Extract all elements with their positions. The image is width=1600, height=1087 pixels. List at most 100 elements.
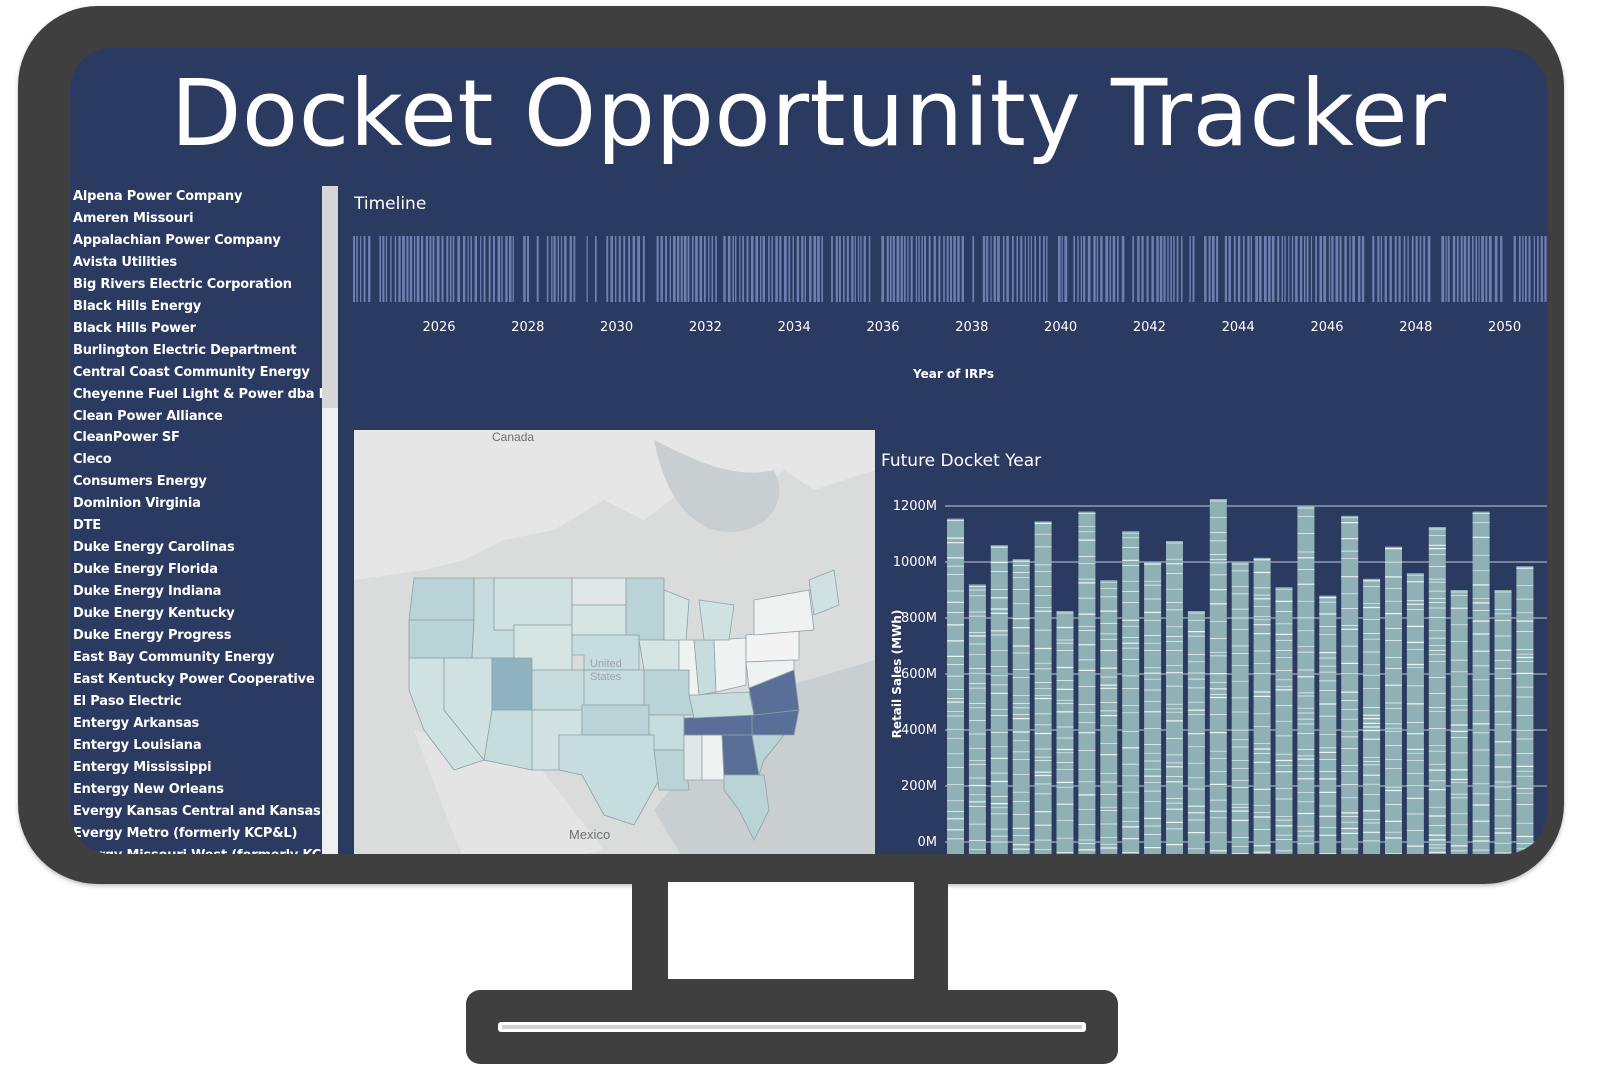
timeline-mark — [1403, 236, 1406, 302]
timeline-mark — [1518, 236, 1521, 302]
timeline-mark — [632, 236, 636, 302]
bar[interactable] — [1406, 573, 1424, 854]
timeline-mark — [918, 236, 920, 302]
scrollbar-thumb[interactable] — [322, 186, 338, 408]
timeline-mark — [1176, 236, 1179, 302]
sidebar-item[interactable]: Appalachian Power Company — [73, 230, 281, 252]
sidebar-item[interactable]: Duke Energy Carolinas — [73, 537, 235, 559]
bar[interactable] — [1056, 611, 1074, 854]
sidebar-item[interactable]: Black Hills Power — [73, 318, 196, 340]
bar[interactable] — [1012, 559, 1030, 854]
y-tick-label: 1000M — [893, 555, 937, 570]
timeline-mark — [505, 236, 508, 302]
sidebar-item[interactable]: Cleco — [73, 449, 112, 471]
timeline-mark — [467, 236, 469, 302]
timeline-mark — [1163, 236, 1166, 302]
timeline-mark — [1452, 236, 1456, 302]
timeline-mark — [1141, 236, 1144, 302]
bar[interactable] — [1034, 521, 1052, 854]
timeline-mark — [735, 236, 737, 302]
sidebar-item[interactable]: Dominion Virginia — [73, 493, 201, 515]
bar[interactable] — [1319, 595, 1337, 854]
timeline-mark — [1377, 236, 1380, 302]
us-map[interactable]: Canada United States Mexico — [354, 430, 875, 854]
timeline-mark — [1250, 236, 1252, 302]
bar[interactable] — [990, 545, 1008, 854]
bar[interactable] — [1341, 515, 1359, 854]
timeline-mark — [356, 236, 358, 302]
sidebar-item[interactable]: Evergy Missouri West (formerly KCP&L G — [73, 845, 322, 855]
sidebar-item[interactable]: Big Rivers Electric Corporation — [73, 274, 292, 296]
sidebar-item[interactable]: Duke Energy Florida — [73, 559, 218, 581]
bar[interactable] — [947, 518, 964, 854]
bar[interactable] — [1516, 566, 1534, 854]
sidebar-item[interactable]: Consumers Energy — [73, 471, 207, 493]
bar[interactable] — [1450, 590, 1468, 854]
timeline-mark — [1478, 236, 1480, 302]
timeline-mark — [429, 236, 432, 302]
sidebar-item[interactable]: Entergy Arkansas — [73, 713, 199, 735]
retail-sales-bar-chart[interactable]: 0M 200M 400M 600M 800M 1000M 1200M Retail Sales… — [881, 488, 1547, 854]
sidebar-item[interactable]: Entergy Mississippi — [73, 757, 212, 779]
dashboard-screen: Docket Opportunity Tracker Alpena Power … — [70, 48, 1547, 854]
utility-filter-list[interactable]: Alpena Power Company Ameren Missouri Appal… — [70, 186, 322, 854]
bar[interactable] — [1385, 546, 1402, 854]
sidebar-item[interactable]: Cheyenne Fuel Light & Power dba Black H — [73, 384, 322, 406]
timeline-mark — [402, 236, 405, 302]
timeline-chart[interactable] — [353, 236, 1547, 302]
sidebar-item[interactable]: El Paso Electric — [73, 691, 182, 713]
timeline-mark — [1494, 236, 1498, 302]
sidebar-item[interactable]: Black Hills Energy — [73, 296, 201, 318]
sidebar-item[interactable]: CleanPower SF — [73, 427, 180, 449]
bar[interactable] — [1428, 527, 1446, 854]
timeline-mark — [762, 236, 765, 302]
sidebar-item[interactable]: East Kentucky Power Cooperative — [73, 669, 315, 691]
sidebar-scrollbar[interactable] — [322, 186, 338, 854]
bar-fill — [1144, 562, 1162, 854]
timeline-mark — [637, 236, 640, 302]
timeline-mark — [1189, 236, 1191, 302]
sidebar-item[interactable]: Duke Energy Kentucky — [73, 603, 235, 625]
bar[interactable] — [1494, 590, 1512, 854]
timeline-mark — [470, 236, 472, 302]
bar[interactable] — [1297, 506, 1315, 854]
bar[interactable] — [1078, 511, 1096, 854]
bar[interactable] — [1166, 541, 1183, 854]
bar[interactable] — [1472, 511, 1490, 854]
sidebar-item[interactable]: Evergy Metro (formerly KCP&L) — [73, 823, 297, 845]
timeline-mark — [1544, 236, 1547, 302]
bar[interactable] — [1187, 611, 1205, 854]
bar[interactable] — [1100, 580, 1118, 854]
timeline-mark — [727, 236, 731, 302]
bar[interactable] — [1253, 557, 1271, 854]
sidebar-item[interactable]: Ameren Missouri — [73, 208, 194, 230]
sidebar-item[interactable]: Alpena Power Company — [73, 186, 242, 208]
bar[interactable] — [1275, 587, 1293, 854]
sidebar-item[interactable]: DTE — [73, 515, 101, 537]
sidebar-item[interactable]: Central Coast Community Energy — [73, 362, 310, 384]
sidebar-item[interactable]: Burlington Electric Department — [73, 340, 296, 362]
bar[interactable] — [1144, 562, 1162, 854]
sidebar-item[interactable]: Duke Energy Indiana — [73, 581, 221, 603]
timeline-mark — [1485, 236, 1488, 302]
sidebar-item[interactable]: East Bay Community Energy — [73, 647, 275, 669]
bar[interactable] — [968, 584, 986, 854]
bar[interactable] — [1122, 531, 1140, 854]
sidebar-item[interactable]: Entergy Louisiana — [73, 735, 202, 757]
sidebar-item[interactable]: Duke Energy Progress — [73, 625, 231, 647]
timeline-mark — [406, 236, 409, 302]
bar[interactable] — [1231, 562, 1249, 854]
bar[interactable] — [1363, 578, 1381, 854]
timeline-mark — [1151, 236, 1154, 302]
timeline-mark — [788, 236, 791, 302]
timeline-mark — [1242, 236, 1245, 302]
bar[interactable] — [1209, 499, 1227, 854]
timeline-mark — [1304, 236, 1306, 302]
timeline-mark — [1208, 236, 1211, 302]
sidebar-item[interactable]: Entergy New Orleans — [73, 779, 224, 801]
sidebar-item[interactable]: Avista Utilities — [73, 252, 177, 274]
sidebar-item[interactable]: Evergy Kansas Central and Kansas South — [73, 801, 322, 823]
timeline-mark — [760, 236, 762, 302]
state-colorado — [531, 669, 585, 711]
sidebar-item[interactable]: Clean Power Alliance — [73, 406, 223, 428]
